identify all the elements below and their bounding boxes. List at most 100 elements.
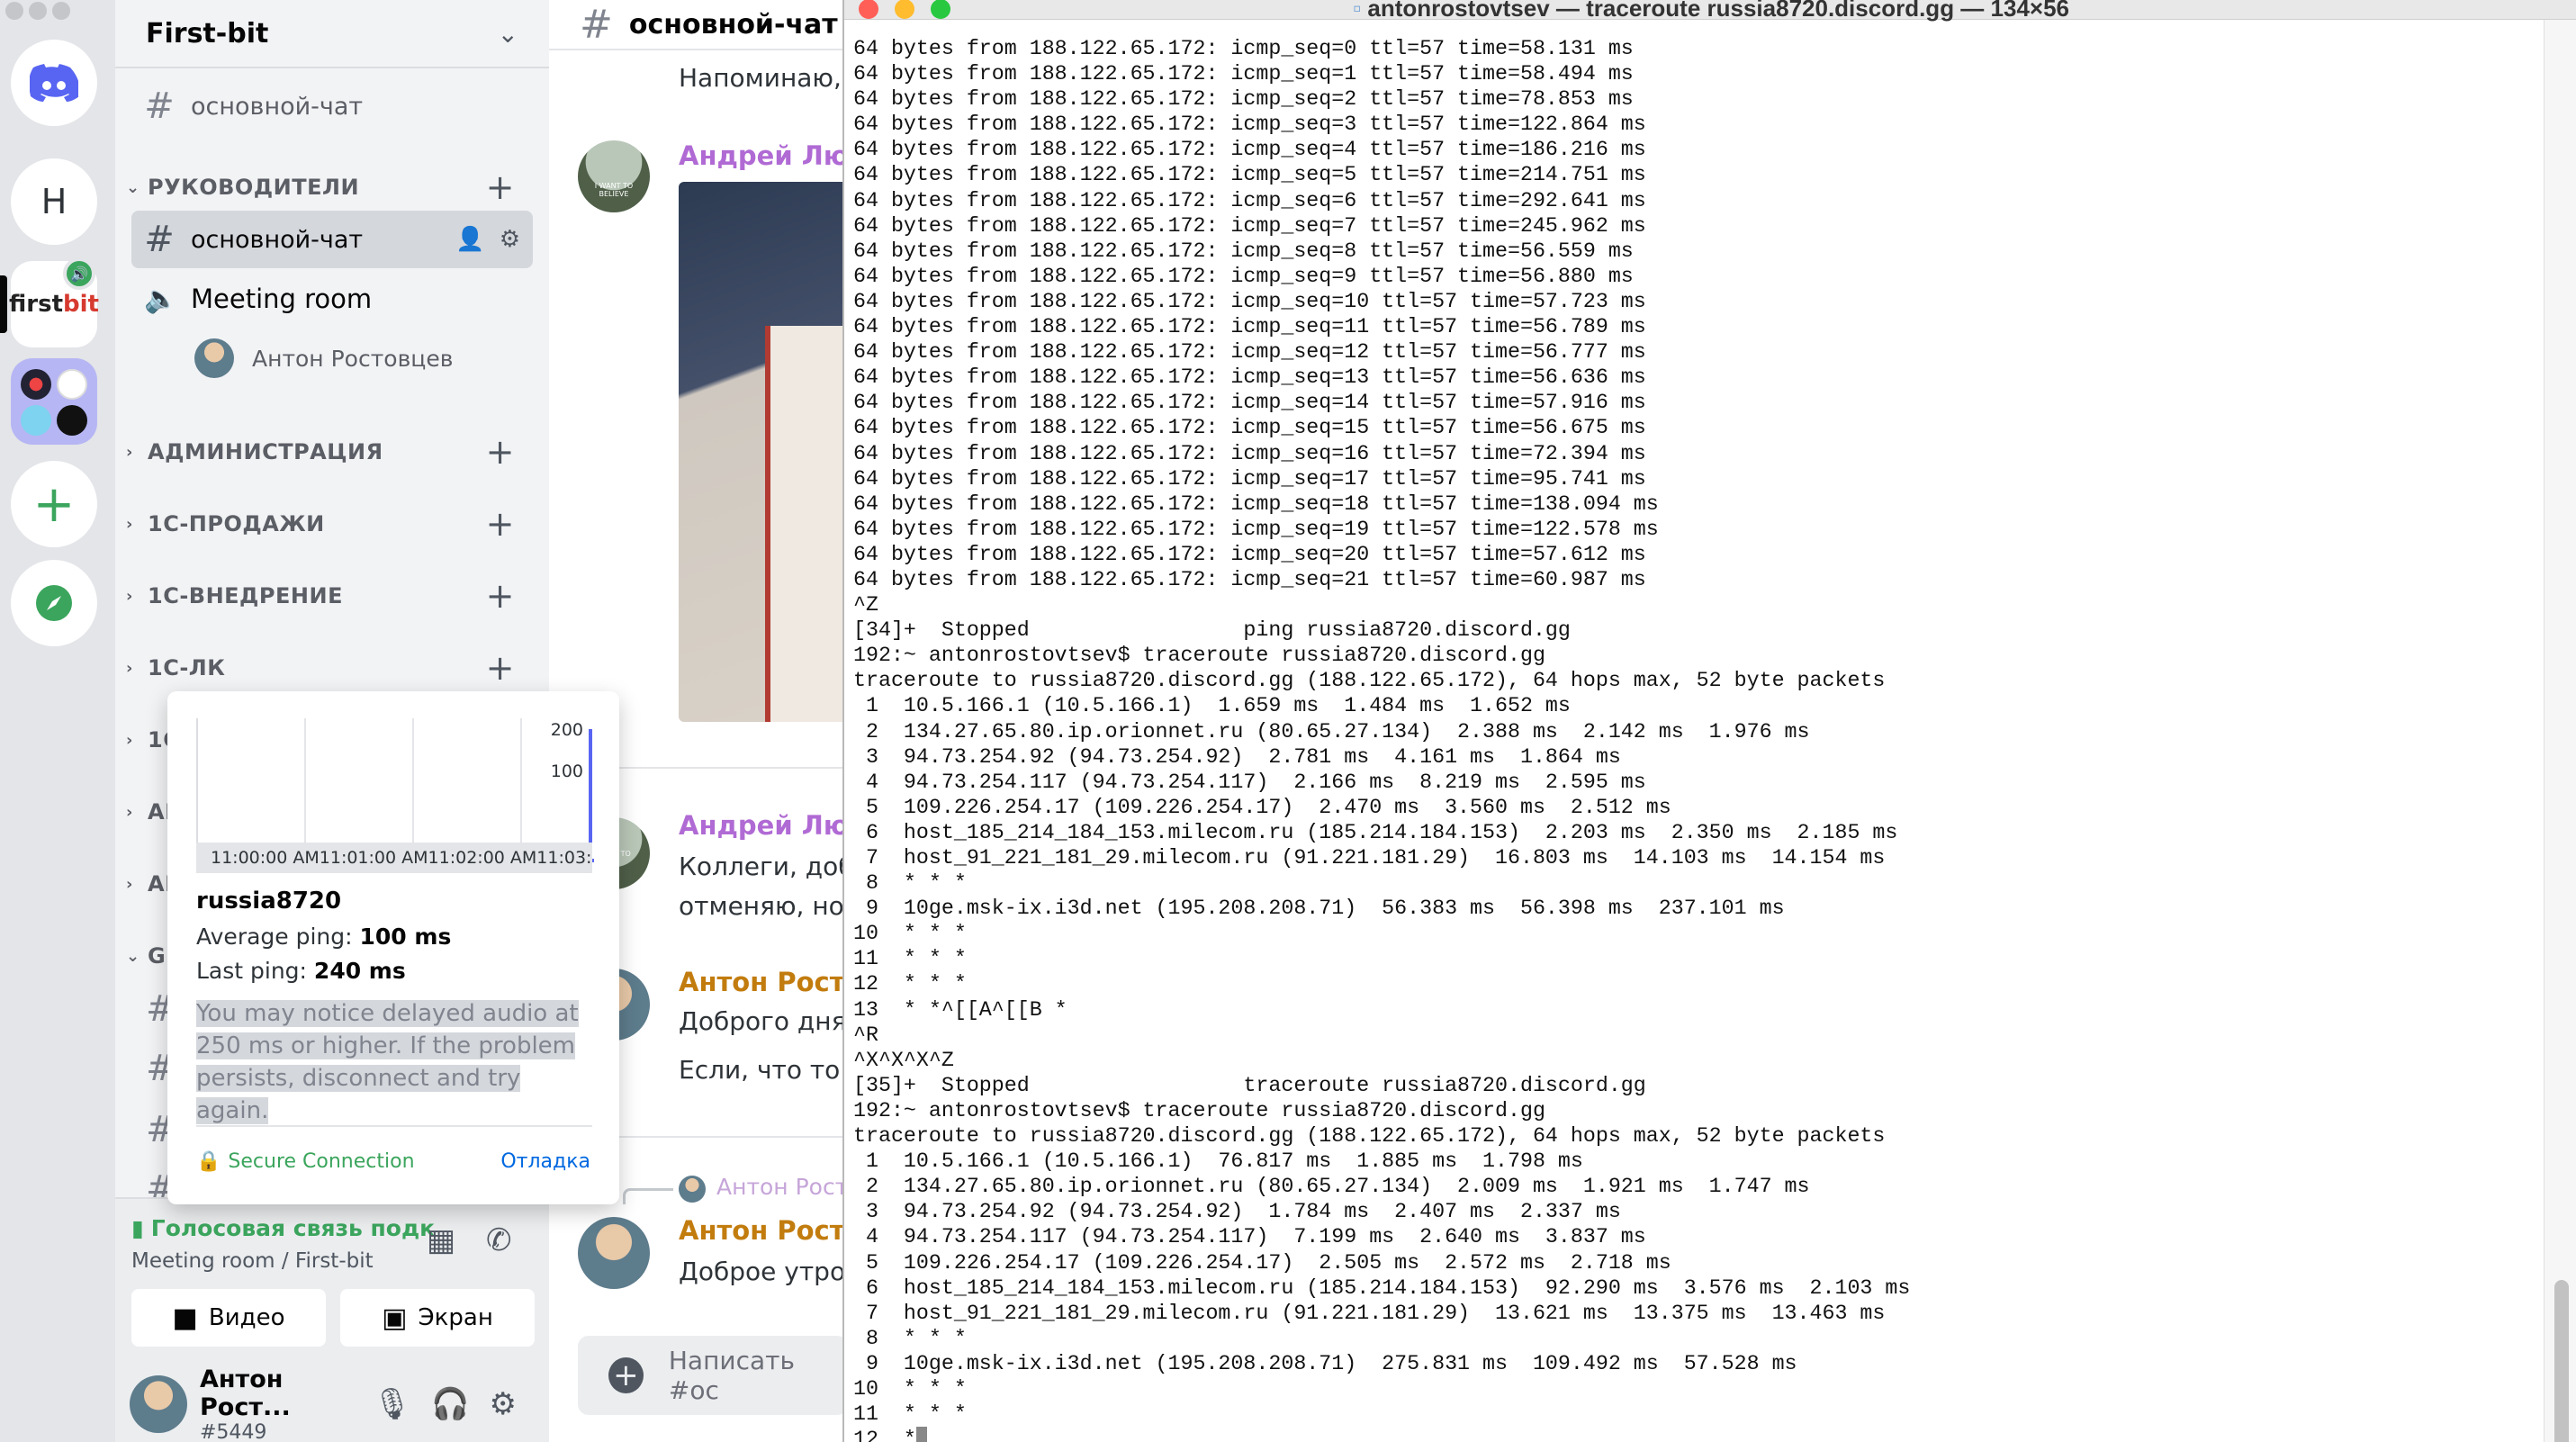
plus-icon: + (32, 474, 76, 534)
terminal-line: 10 * * * (853, 1376, 967, 1401)
channel-selected[interactable]: # основной-чат 👤 ⚙ (131, 211, 533, 268)
category-1s-lk[interactable]: › 1С-ЛК + (126, 648, 540, 688)
guild-header[interactable]: First-bit ⌄ (115, 0, 549, 68)
message-author[interactable]: Андрей Люк (679, 140, 842, 171)
channel-label: основной-чат (191, 225, 364, 254)
chevron-right-icon: › (126, 730, 133, 750)
average-ping-value: 100 ms (359, 924, 452, 950)
server-name: russia8720 (196, 888, 342, 915)
debug-link[interactable]: Отладка (500, 1150, 590, 1173)
y-tick: 100 (550, 762, 583, 781)
terminal-line: 6 host_185_214_184_153.milecom.ru (185.2… (853, 1275, 1911, 1300)
voice-status-label: Голосовая связь подк (150, 1215, 436, 1241)
voice-status[interactable]: ▮ Голосовая связь подк (131, 1215, 435, 1241)
avatar[interactable]: I WANT TO BELIEVE (578, 140, 650, 212)
voice-user[interactable]: Антон Ростовцев (194, 338, 453, 378)
text-cursor (915, 1427, 927, 1442)
channel-label: основной-чат (191, 92, 364, 121)
gear-icon[interactable]: ⚙ (490, 1386, 517, 1422)
category-rukovoditeli[interactable]: ⌄ РУКОВОДИТЕЛИ + (126, 167, 540, 207)
folder-server-avatar (57, 405, 87, 436)
terminal-line: 1 10.5.166.1 (10.5.166.1) 1.659 ms 1.484… (853, 694, 1571, 718)
attach-plus-icon[interactable]: + (608, 1357, 644, 1393)
message-author[interactable]: Антон Росто (679, 1215, 842, 1246)
terminal-line: 11 * * * (853, 947, 967, 971)
video-button[interactable]: ■ Видео (131, 1289, 326, 1347)
server-h-label: H (41, 182, 68, 221)
terminal-line: 13 * *^[[A^[[B * (853, 997, 1067, 1022)
user-info[interactable]: Антон Рост... #5449 (200, 1365, 353, 1442)
discord-home-button[interactable] (11, 40, 97, 126)
add-channel-icon[interactable]: + (486, 432, 515, 472)
terminal-line: 2 134.27.65.80.ip.orionnet.ru (80.65.27.… (853, 719, 1810, 744)
terminal-output[interactable]: 64 bytes from 188.122.65.172: icmp_seq=0… (853, 36, 2536, 1442)
graph-gridline (520, 718, 522, 862)
screen-share-icon: ▣ (382, 1302, 408, 1334)
server-rail: H firstbit 🔊 + (0, 0, 115, 1442)
x-tick: 11:00:00 AM (211, 848, 320, 868)
screen-share-button[interactable]: ▣ Экран (340, 1289, 535, 1347)
scrollbar-thumb[interactable] (2554, 1280, 2569, 1442)
add-channel-icon[interactable]: + (486, 167, 515, 207)
terminal-line: 64 bytes from 188.122.65.172: icmp_seq=2… (853, 87, 1634, 112)
reply-author[interactable]: Антон Росто (716, 1174, 842, 1200)
avatar-badge-text: I WANT TO BELIEVE (594, 182, 634, 198)
terminal-line: traceroute to russia8720.discord.gg (188… (853, 669, 1886, 693)
noise-suppression-icon[interactable]: ▦ (427, 1222, 455, 1258)
terminal-line: ^Z (853, 593, 878, 617)
terminal-line: 64 bytes from 188.122.65.172: icmp_seq=3… (853, 113, 1646, 137)
message-composer[interactable]: + Написать #ос (578, 1336, 842, 1415)
invite-icon[interactable]: 👤 (455, 226, 484, 253)
folder-server-avatar (21, 405, 51, 436)
avatar (194, 338, 234, 378)
add-channel-icon[interactable]: + (486, 648, 515, 688)
guild-name: First-bit (146, 17, 269, 50)
disconnect-call-icon[interactable]: ✆ (486, 1222, 512, 1258)
message-image[interactable] (679, 182, 842, 722)
x-tick: 11:03:0 (536, 848, 592, 868)
divider (196, 1125, 592, 1127)
chevron-right-icon: › (126, 586, 133, 606)
headphones-icon[interactable]: 🎧 (431, 1386, 469, 1422)
message-author[interactable]: Андрей Люк (679, 810, 842, 841)
avatar[interactable] (578, 1217, 650, 1289)
terminal-line: 64 bytes from 188.122.65.172: icmp_seq=1… (853, 62, 1634, 86)
terminal-line: 64 bytes from 188.122.65.172: icmp_seq=2… (853, 542, 1646, 566)
terminal-scrollbar[interactable] (2544, 20, 2576, 1442)
terminal-line: 64 bytes from 188.122.65.172: icmp_seq=5… (853, 163, 1646, 187)
window-dot-icon (52, 2, 70, 20)
channel-osnovnoy-chat[interactable]: # основной-чат (131, 77, 533, 135)
gear-icon[interactable]: ⚙ (500, 226, 520, 253)
explore-servers-button[interactable] (11, 560, 97, 646)
signal-bars-icon: ▮ (131, 1215, 144, 1241)
category-label: АДМИНИСТРАЦИЯ (148, 439, 383, 464)
secure-connection-label: Secure Connection (228, 1150, 415, 1173)
terminal-line: 2 134.27.65.80.ip.orionnet.ru (80.65.27.… (853, 1175, 1810, 1199)
user-name: Антон Рост... (200, 1365, 291, 1421)
message-text: Доброе утро! (679, 1257, 842, 1286)
folder-server-avatar (57, 369, 87, 400)
active-server-pill (0, 275, 7, 333)
avatar[interactable] (130, 1375, 187, 1433)
server-folder[interactable] (11, 358, 97, 445)
terminal-line: [35]+ Stopped traceroute russia8720.disc… (853, 1073, 1646, 1097)
voice-location[interactable]: Meeting room / First-bit (131, 1249, 374, 1273)
server-h[interactable]: H (11, 158, 97, 245)
terminal-line: 7 host_91_221_181_29.milecom.ru (91.221.… (853, 1301, 1886, 1325)
voice-channel-meeting-room[interactable]: 🔈 Meeting room (131, 270, 533, 328)
message-author[interactable]: Антон Росто (679, 967, 842, 997)
user-tag: #5449 (200, 1420, 267, 1442)
hash-icon: # (580, 1, 613, 48)
message-text: отменяю, но (679, 891, 842, 921)
add-channel-icon[interactable]: + (486, 576, 515, 616)
add-server-button[interactable]: + (11, 461, 97, 547)
terminal-line: 64 bytes from 188.122.65.172: icmp_seq=1… (853, 466, 1646, 491)
microphone-icon[interactable]: 🎙 (373, 1386, 411, 1422)
category-1s-vnedrenie[interactable]: › 1С-ВНЕДРЕНИЕ + (126, 576, 540, 616)
add-channel-icon[interactable]: + (486, 504, 515, 544)
category-administratsiya[interactable]: › АДМИНИСТРАЦИЯ + (126, 432, 540, 472)
terminal-line: 11 * * * (853, 1402, 967, 1427)
chevron-down-icon[interactable]: ⌄ (498, 19, 518, 49)
terminal-title-text: antonrostovtsev — traceroute russia8720.… (1367, 0, 2070, 22)
category-1s-prodazhi[interactable]: › 1С-ПРОДАЖИ + (126, 504, 540, 544)
